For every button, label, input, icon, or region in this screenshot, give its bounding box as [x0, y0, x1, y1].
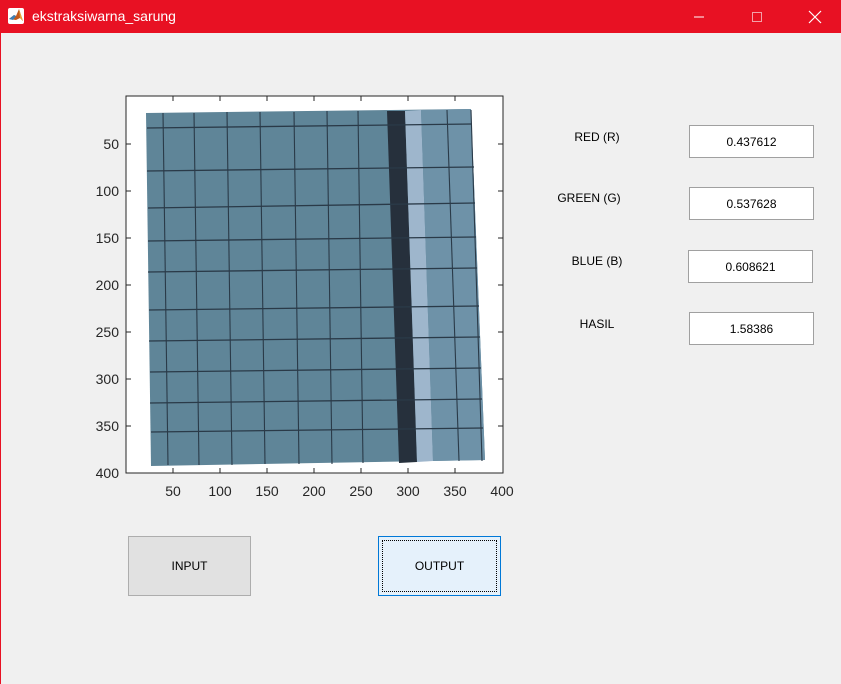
x-tick-label: 100: [208, 483, 232, 499]
y-tick-label: 150: [96, 230, 120, 246]
y-tick-label: 300: [96, 371, 120, 387]
green-label: GREEN (G): [557, 191, 621, 205]
blue-value-field[interactable]: 0.608621: [688, 250, 813, 283]
hasil-label: HASIL: [579, 317, 615, 331]
y-tick-label: 250: [96, 324, 120, 340]
app-window: ekstraksiwarna_sarung 50 100 150 200 250…: [0, 0, 841, 684]
y-tick-label: 350: [96, 418, 120, 434]
hasil-value-field[interactable]: 1.58386: [689, 312, 814, 345]
x-tick-label: 350: [443, 483, 467, 499]
output-button[interactable]: OUTPUT: [378, 536, 501, 596]
y-tick-label: 200: [96, 277, 120, 293]
blue-label: BLUE (B): [571, 254, 623, 268]
input-button[interactable]: INPUT: [128, 536, 251, 596]
x-tick-label: 50: [165, 483, 181, 499]
x-tick-label: 400: [490, 483, 514, 499]
red-value-field[interactable]: 0.437612: [689, 125, 814, 158]
y-tick-label: 400: [96, 465, 120, 481]
y-tick-label: 50: [103, 136, 119, 152]
y-tick-label: 100: [96, 183, 120, 199]
x-tick-label: 300: [396, 483, 420, 499]
x-tick-label: 150: [255, 483, 279, 499]
sarung-image: [146, 109, 485, 466]
red-label: RED (R): [574, 130, 620, 144]
green-value-field[interactable]: 0.537628: [689, 187, 814, 220]
x-tick-label: 200: [302, 483, 326, 499]
x-tick-label: 250: [349, 483, 373, 499]
